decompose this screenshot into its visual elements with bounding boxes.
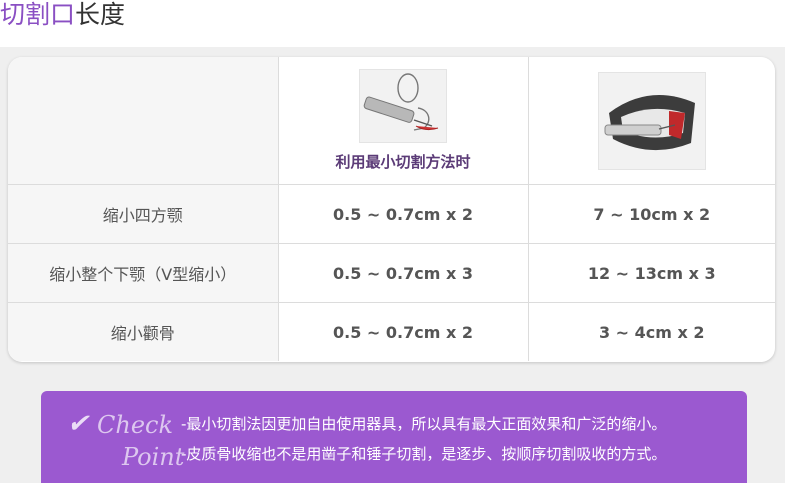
check-point-logo: ✔ Check Point bbox=[67, 409, 184, 471]
title-rest: 长度 bbox=[75, 0, 126, 29]
row-label: 缩小颧骨 bbox=[8, 302, 279, 361]
check-point-line: -皮质骨收缩也不是用凿子和锤子切割，是逐步、按顺序切割吸收的方式。 bbox=[181, 445, 667, 463]
minimal-incision-illustration bbox=[359, 69, 447, 143]
row-conventional-value: 7 ~ 10cm x 2 bbox=[527, 184, 775, 244]
section-title: 切割口长度 bbox=[0, 0, 125, 40]
header-empty-cell bbox=[8, 57, 279, 185]
row-label: 缩小整个下颚（V型缩小） bbox=[8, 243, 279, 303]
row-label: 缩小四方颚 bbox=[8, 184, 279, 244]
row-minimal-value: 0.5 ~ 0.7cm x 2 bbox=[277, 302, 529, 361]
point-word: Point bbox=[122, 443, 185, 471]
check-point-line: -最小切割法因更加自由使用器具，所以具有最大正面效果和广泛的缩小。 bbox=[181, 415, 667, 433]
row-minimal-value: 0.5 ~ 0.7cm x 3 bbox=[277, 243, 529, 303]
header-conventional-method bbox=[527, 57, 775, 185]
row-conventional-value: 3 ~ 4cm x 2 bbox=[527, 302, 775, 361]
check-word: Check bbox=[97, 411, 174, 439]
header-minimal-method-label: 利用最小切割方法时 bbox=[335, 153, 471, 171]
title-accent: 切割口 bbox=[0, 0, 76, 29]
table-header-row: 利用最小切割方法时 bbox=[8, 57, 775, 185]
row-minimal-value: 0.5 ~ 0.7cm x 2 bbox=[277, 184, 529, 244]
conventional-incision-illustration bbox=[597, 71, 706, 170]
row-conventional-value: 12 ~ 13cm x 3 bbox=[527, 243, 775, 303]
check-point-box: ✔ Check Point -最小切割法因更加自由使用器具，所以具有最大正面效果… bbox=[41, 391, 747, 483]
comparison-table: 利用最小切割方法时 缩小四方颚 0.5 ~ 0.7cm x 2 7 ~ 10cm… bbox=[8, 57, 775, 362]
table-row: 缩小颧骨 0.5 ~ 0.7cm x 2 3 ~ 4cm x 2 bbox=[8, 302, 775, 361]
checkmark-icon: ✔ bbox=[67, 409, 89, 439]
table-row: 缩小四方颚 0.5 ~ 0.7cm x 2 7 ~ 10cm x 2 bbox=[8, 184, 775, 244]
table-row: 缩小整个下颚（V型缩小） 0.5 ~ 0.7cm x 3 12 ~ 13cm x… bbox=[8, 243, 775, 303]
header-minimal-method: 利用最小切割方法时 bbox=[277, 57, 529, 185]
check-point-notes: -最小切割法因更加自由使用器具，所以具有最大正面效果和广泛的缩小。 -皮质骨收缩… bbox=[181, 409, 666, 469]
